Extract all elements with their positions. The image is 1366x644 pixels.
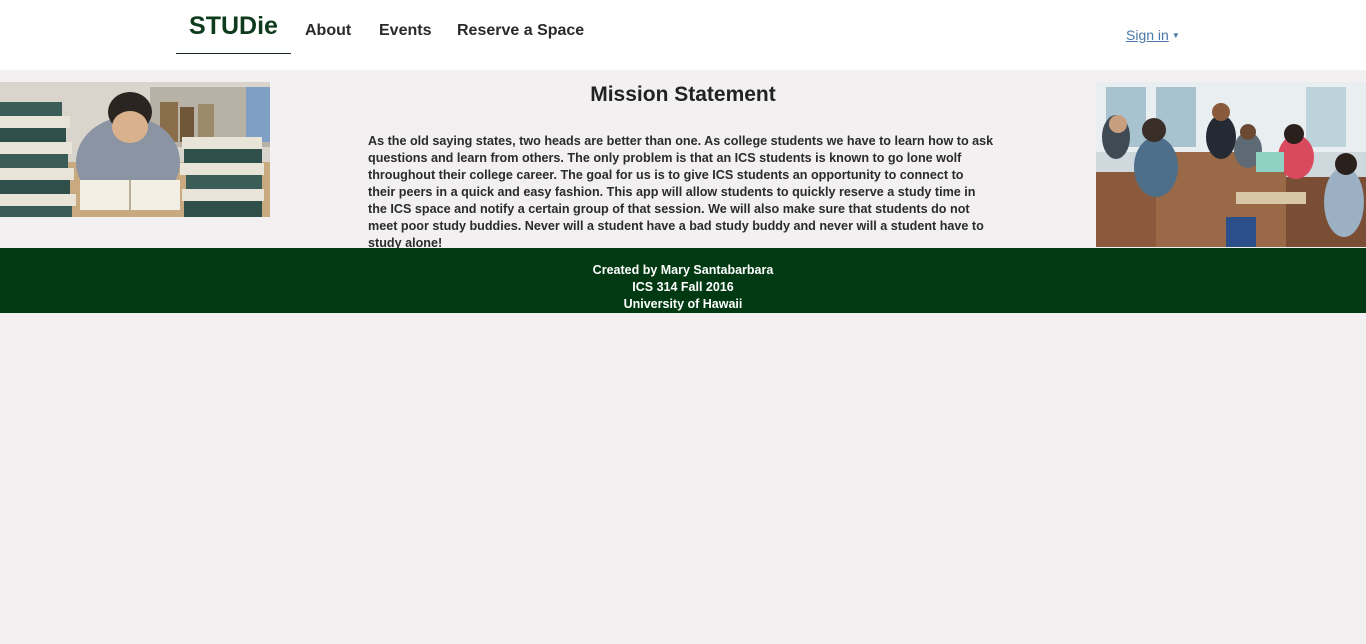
footer-university: University of Hawaii	[623, 297, 743, 311]
students-group-image	[1096, 82, 1366, 247]
nav-item-events[interactable]: Events	[379, 22, 431, 40]
caret-down-icon: ▼	[1171, 31, 1180, 40]
footer-credit: Created by Mary Santabarbara	[592, 263, 774, 277]
brand-logo-link[interactable]: STUDie	[176, 0, 291, 54]
main-content: Mission Statement As the old saying stat…	[0, 70, 1366, 250]
mission-statement-text: As the old saying states, two heads are …	[368, 134, 994, 250]
footer-course: ICS 314 Fall 2016	[632, 280, 734, 294]
sign-in-label: Sign in	[1126, 27, 1169, 43]
top-navbar: STUDie About Events Reserve a Space Sign…	[0, 0, 1366, 70]
page-footer: Created by Mary Santabarbara ICS 314 Fal…	[0, 248, 1366, 313]
nav-item-about[interactable]: About	[305, 22, 351, 40]
sign-in-dropdown[interactable]: Sign in ▼	[1126, 27, 1180, 43]
nav-item-reserve-a-space[interactable]: Reserve a Space	[457, 22, 584, 40]
